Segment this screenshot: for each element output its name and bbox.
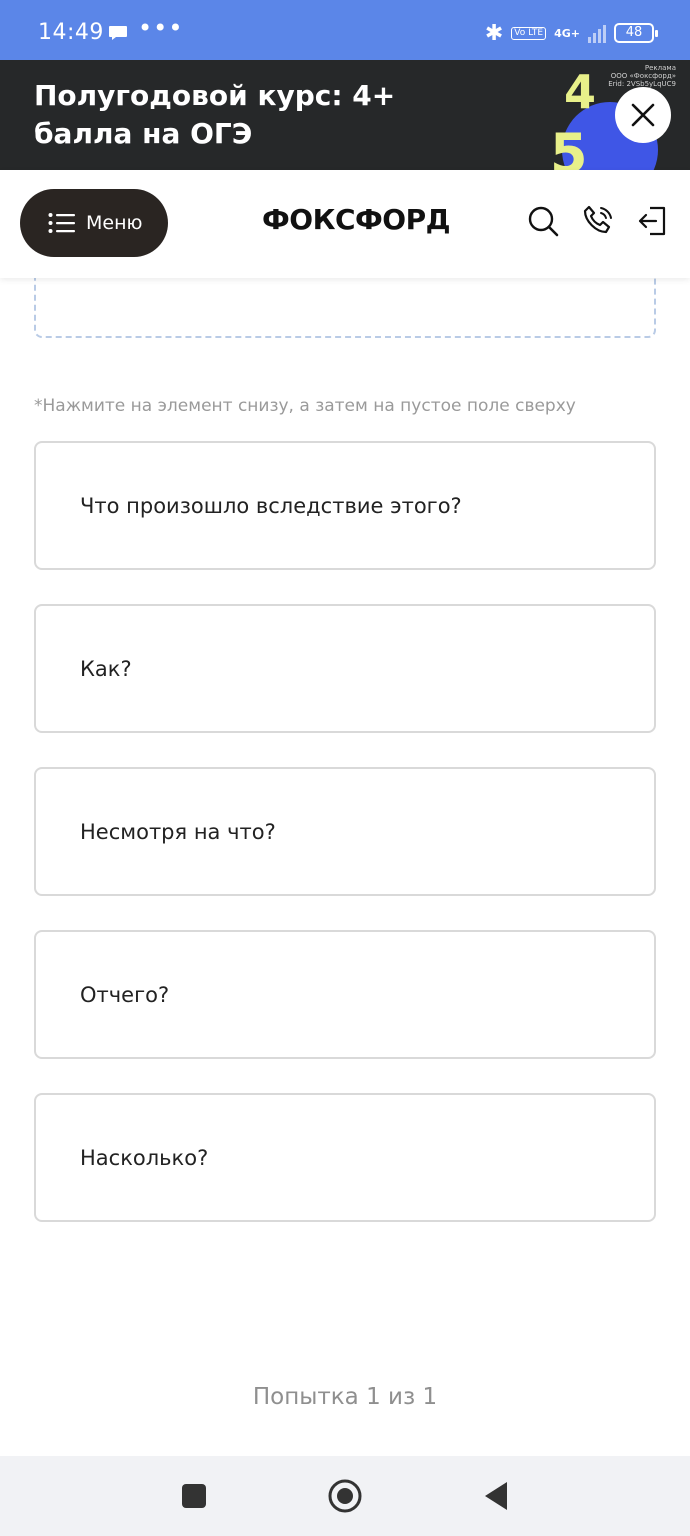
status-bar: 14:49 ••• ✱ Vo LTE 4G+ 48 [0,0,690,60]
ad-close-button[interactable] [615,87,671,143]
square-icon [182,1484,206,1508]
attempt-counter: Попытка 1 из 1 [252,1384,438,1410]
battery-icon: 48 [614,23,658,43]
back-triangle-icon [485,1482,507,1510]
home-button[interactable] [323,1474,367,1518]
back-button[interactable] [474,1474,518,1518]
more-notifications-icon: ••• [138,14,184,42]
phone-icon[interactable] [581,204,615,238]
volte-badge: Vo LTE [511,26,547,40]
site-header: Меню ФОКСФОРД [0,170,690,278]
ad-label: Реклама ООО «Фоксфорд» Erid: 2VSb5yLqUC9 [608,64,676,88]
home-circle-icon [328,1479,362,1513]
chat-bubble-icon [109,26,127,40]
menu-label: Меню [86,212,143,234]
answer-option[interactable]: Несмотря на что? [34,767,656,896]
login-icon[interactable] [636,204,670,238]
answer-option[interactable]: Как? [34,604,656,733]
hamburger-icon [48,213,75,233]
search-icon[interactable] [526,204,560,238]
ad-digit-five: 5 [550,122,588,170]
bluetooth-icon: ✱ [484,20,504,46]
recent-apps-button[interactable] [172,1474,216,1518]
signal-icon [588,23,606,43]
ad-digit-four: 4 [564,65,596,119]
system-nav-bar [0,1456,690,1536]
network-type: 4G+ [554,26,580,40]
ad-banner[interactable]: Полугодовой курс: 4+ балла на ОГЭ 4 5 Ре… [0,60,690,170]
close-icon [631,103,655,127]
ad-label-line: Реклама [644,64,676,72]
answer-option[interactable]: Насколько? [34,1093,656,1222]
instruction-hint: *Нажмите на элемент снизу, а затем на пу… [34,396,576,416]
ad-title: Полугодовой курс: 4+ балла на ОГЭ [34,79,396,150]
site-logo[interactable]: ФОКСФОРД [262,203,451,236]
menu-button[interactable]: Меню [20,189,168,257]
ad-label-line: ООО «Фоксфорд» [610,72,676,80]
status-indicators: ✱ Vo LTE 4G+ 48 [484,20,658,46]
answer-option[interactable]: Отчего? [34,930,656,1059]
answer-option[interactable]: Что произошло вследствие этого? [34,441,656,570]
status-time: 14:49 [38,20,104,45]
